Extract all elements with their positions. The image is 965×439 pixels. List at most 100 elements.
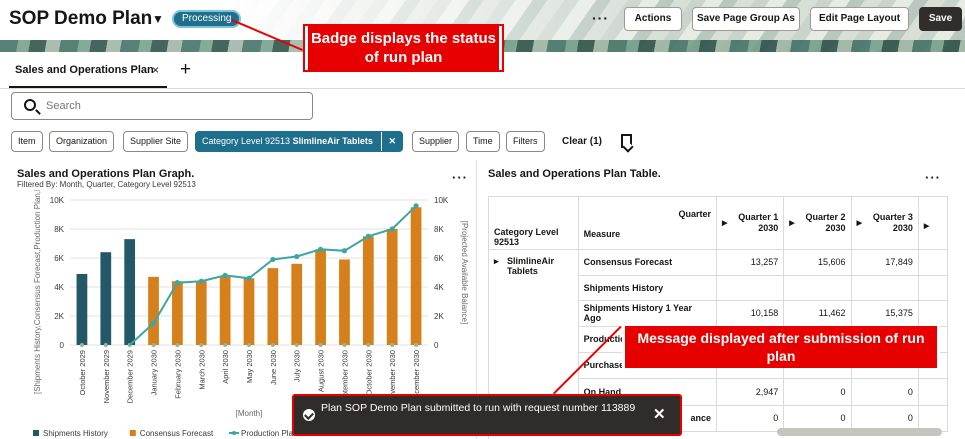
filter-chip-supplier[interactable]: Supplier — [412, 131, 460, 152]
column-next-quarter[interactable]: ▶ — [918, 197, 948, 250]
column-quarter-2-2030[interactable]: ▶ Quarter 2 2030 — [783, 197, 852, 250]
filter-chip-time[interactable]: Time — [466, 131, 500, 152]
x-tick-label: October 2029 — [78, 350, 87, 395]
filter-chip-item[interactable]: Item — [11, 131, 43, 152]
filter-chip-category-label: Category Level 92513 — [202, 136, 291, 146]
x-tick-label: October 2030 — [364, 350, 373, 395]
y2-tick-label: 10K — [434, 196, 449, 205]
line-point — [341, 248, 348, 254]
table-cell[interactable]: 0 — [851, 378, 919, 406]
table-cell[interactable] — [918, 300, 948, 327]
badge-annotation: Badge displays the status of run plan — [305, 26, 502, 70]
bar — [267, 268, 279, 345]
y-tick-label: 4K — [54, 283, 64, 292]
filter-chip-filters[interactable]: Filters — [506, 131, 545, 152]
expand-caret-icon[interactable]: ▶ — [722, 218, 727, 229]
table-more-icon[interactable]: ··· — [925, 170, 941, 185]
filter-chip-supplier-site[interactable]: Supplier Site — [123, 131, 189, 152]
filter-chip-organization[interactable]: Organization — [49, 131, 115, 152]
x-tick-label: June 2030 — [269, 350, 278, 385]
add-tab-icon[interactable]: + — [180, 59, 191, 81]
table-cell[interactable] — [716, 275, 785, 301]
x-tick-label: April 2030 — [221, 350, 230, 384]
table-cell[interactable] — [918, 378, 948, 406]
column-quarter-1-2030[interactable]: ▶ Quarter 1 2030 — [716, 197, 785, 250]
y-tick-label: 2K — [54, 312, 64, 321]
bookmark-icon[interactable] — [621, 134, 632, 148]
baseline-marker — [342, 343, 347, 347]
table-cell[interactable]: 15,606 — [783, 249, 852, 276]
table-cell[interactable] — [783, 275, 852, 301]
success-check-icon — [303, 409, 315, 421]
x-tick-label: July 2030 — [293, 350, 302, 382]
remove-filter-icon[interactable]: ✕ — [381, 132, 396, 151]
save-page-group-button[interactable]: Save Page Group As — [692, 7, 800, 31]
x-tick-label: May 2030 — [245, 350, 254, 383]
baseline-marker — [247, 343, 251, 347]
line-point — [174, 280, 180, 286]
legend-label: Consensus Forecast — [140, 429, 214, 438]
y2-tick-label: 0 — [434, 341, 439, 350]
table-cell[interactable]: 0 — [783, 378, 852, 406]
line-point — [246, 275, 252, 281]
search-icon — [24, 99, 36, 111]
line-point — [413, 203, 419, 209]
table-cell[interactable] — [918, 249, 948, 276]
bar — [339, 259, 350, 345]
category-row-label: SlimlineAir Tablets — [507, 255, 555, 276]
more-options-icon[interactable]: ··· — [592, 10, 609, 26]
edit-page-layout-button[interactable]: Edit Page Layout — [810, 7, 909, 31]
legend-swatch — [33, 430, 39, 436]
graph-more-icon[interactable]: ··· — [452, 170, 468, 185]
chevron-down-icon[interactable]: ▼ — [152, 12, 164, 26]
graph-panel-subtitle: Filtered By: Month, Quarter, Category Le… — [17, 180, 196, 189]
table-horizontal-scrollbar[interactable] — [777, 428, 942, 436]
bar — [386, 229, 398, 345]
filter-chip-category[interactable]: Category Level 92513 SlimlineAir Tablets… — [195, 131, 403, 152]
clear-filters-button[interactable]: Clear (1) — [562, 136, 602, 147]
graph-panel-title: Sales and Operations Plan Graph. — [17, 168, 195, 180]
expand-row-icon[interactable]: ▸ — [494, 256, 499, 266]
tab-sales-and-operations-plan[interactable]: Sales and Operations Plan — [15, 64, 154, 76]
close-icon[interactable]: ✕ — [653, 405, 666, 423]
table-cell[interactable]: 17,849 — [851, 249, 919, 276]
baseline-marker — [366, 343, 371, 347]
baseline-marker — [199, 343, 204, 347]
line-point — [270, 256, 276, 263]
table-cell[interactable]: 10,158 — [716, 300, 785, 327]
line-point — [318, 246, 324, 252]
line-point — [389, 226, 395, 232]
page-title[interactable]: SOP Demo Plan — [9, 8, 152, 30]
expand-caret-icon[interactable]: ▶ — [857, 218, 862, 229]
y-tick-label: 6K — [54, 254, 64, 263]
expand-caret-icon[interactable]: ▶ — [789, 218, 794, 229]
table-cell[interactable]: 15,375 — [851, 300, 919, 327]
table-cell[interactable] — [851, 275, 919, 301]
bar — [291, 263, 303, 345]
column-quarter-3-2030[interactable]: ▶ Quarter 3 2030 — [851, 197, 919, 250]
expand-caret-icon[interactable]: ▶ — [924, 222, 929, 230]
table-cell[interactable]: 0 — [716, 405, 785, 432]
search-box[interactable] — [11, 92, 313, 120]
baseline-marker — [223, 343, 228, 347]
search-input[interactable] — [46, 98, 296, 114]
baseline-marker — [175, 343, 180, 347]
close-icon[interactable]: × — [152, 63, 159, 77]
table-corner-category: Category Level 92513 — [489, 197, 579, 250]
table-panel-title: Sales and Operations Plan Table. — [488, 168, 661, 180]
table-cell[interactable]: 13,257 — [716, 249, 785, 276]
legend-label: Production Plan — [241, 429, 297, 438]
filter-chip-category-value: SlimlineAir Tablets — [292, 136, 373, 146]
x-axis-label: [Month] — [236, 409, 263, 418]
table-cell[interactable]: 11,462 — [783, 300, 852, 327]
actions-button[interactable]: Actions — [624, 7, 682, 31]
table-cell[interactable]: 2,947 — [716, 378, 785, 406]
measure-label: Consensus Forecast — [578, 249, 717, 276]
legend-swatch — [129, 430, 136, 436]
save-button[interactable]: Save — [919, 7, 962, 31]
baseline-marker — [103, 343, 108, 347]
table-cell[interactable] — [918, 275, 948, 301]
bar — [219, 276, 231, 345]
message-annotation: Message displayed after submission of ru… — [622, 326, 940, 368]
y2-tick-label: 8K — [434, 225, 444, 234]
